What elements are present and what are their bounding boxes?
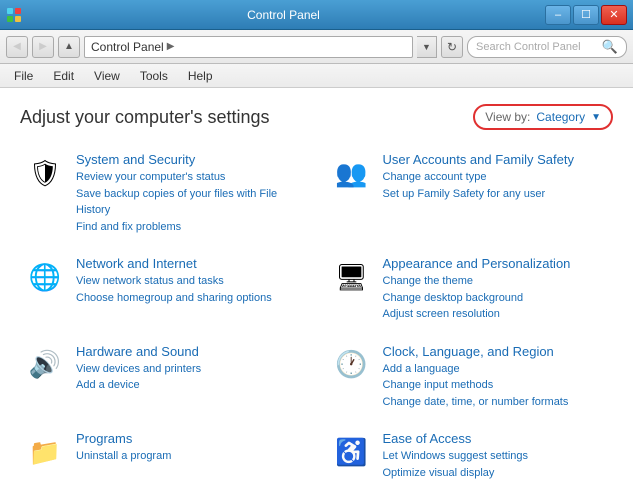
watermark: www.wintips.org	[544, 486, 623, 498]
category-appearance: 🖥 Appearance and Personalization Change th…	[327, 250, 614, 330]
clock-content: Clock, Language, and Region Add a languag…	[383, 344, 610, 411]
hardware-link-1[interactable]: Add a device	[76, 377, 303, 394]
menu-file[interactable]: File	[10, 67, 37, 85]
hardware-content: Hardware and Sound View devices and print…	[76, 344, 303, 394]
menu-help[interactable]: Help	[184, 67, 217, 85]
title-bar-buttons: – ☐ ✕	[545, 5, 627, 25]
programs-link-0[interactable]: Uninstall a program	[76, 448, 303, 465]
title-bar-center: Control Panel	[22, 7, 545, 22]
user-accounts-icon: 👥	[331, 152, 373, 194]
appearance-link-1[interactable]: Change desktop background	[383, 290, 610, 307]
programs-title[interactable]: Programs	[76, 431, 303, 446]
clock-link-1[interactable]: Change input methods	[383, 377, 610, 394]
close-button[interactable]: ✕	[601, 5, 627, 25]
menu-edit[interactable]: Edit	[49, 67, 78, 85]
hardware-icon: 🔊	[24, 344, 66, 386]
category-system: 🛡 System and Security Review your computer…	[20, 146, 307, 242]
category-user-accounts: 👥 User Accounts and Family Safety Change a…	[327, 146, 614, 242]
title-bar-left	[6, 7, 22, 23]
hardware-link-0[interactable]: View devices and printers	[76, 361, 303, 378]
title-bar: Control Panel – ☐ ✕	[0, 0, 633, 30]
appearance-link-0[interactable]: Change the theme	[383, 273, 610, 290]
view-by-value: Category	[536, 110, 585, 124]
ease-title[interactable]: Ease of Access	[383, 431, 610, 446]
search-box[interactable]: Search Control Panel 🔍	[467, 36, 627, 58]
user-accounts-link-0[interactable]: Change account type	[383, 169, 610, 186]
category-network: 🌐 Network and Internet View network status…	[20, 250, 307, 330]
address-path-bar[interactable]: Control Panel ▶	[84, 36, 413, 58]
up-button[interactable]: ▲	[58, 36, 80, 58]
menu-bar: File Edit View Tools Help	[0, 64, 633, 88]
app-icon	[6, 7, 22, 23]
ease-link-0[interactable]: Let Windows suggest settings	[383, 448, 610, 465]
system-content: System and Security Review your computer'…	[76, 152, 303, 235]
address-dropdown[interactable]: ▼	[417, 36, 437, 58]
path-separator: ▶	[167, 41, 175, 52]
path-root: Control Panel	[91, 40, 164, 54]
menu-view[interactable]: View	[90, 67, 124, 85]
user-accounts-link-1[interactable]: Set up Family Safety for any user	[383, 186, 610, 203]
clock-link-0[interactable]: Add a language	[383, 361, 610, 378]
category-ease: ♿ Ease of Access Let Windows suggest setti…	[327, 425, 614, 488]
network-title[interactable]: Network and Internet	[76, 256, 303, 271]
appearance-title[interactable]: Appearance and Personalization	[383, 256, 610, 271]
categories-grid: 🛡 System and Security Review your computer…	[20, 146, 613, 488]
view-by-label: View by:	[485, 110, 530, 124]
system-link-0[interactable]: Review your computer's status	[76, 169, 303, 186]
menu-tools[interactable]: Tools	[136, 67, 172, 85]
ease-content: Ease of Access Let Windows suggest settin…	[383, 431, 610, 481]
network-icon: 🌐	[24, 256, 66, 298]
clock-link-2[interactable]: Change date, time, or number formats	[383, 394, 610, 411]
view-by-arrow: ▼	[591, 112, 601, 123]
address-bar: ◀ ▶ ▲ Control Panel ▶ ▼ ↻ Search Control…	[0, 30, 633, 64]
window-title: Control Panel	[247, 8, 320, 22]
network-link-1[interactable]: Choose homegroup and sharing options	[76, 290, 303, 307]
category-hardware: 🔊 Hardware and Sound View devices and prin…	[20, 338, 307, 418]
appearance-link-2[interactable]: Adjust screen resolution	[383, 306, 610, 323]
forward-button[interactable]: ▶	[32, 36, 54, 58]
appearance-icon: 🖥	[331, 256, 373, 298]
search-icon: 🔍	[602, 39, 618, 55]
refresh-button[interactable]: ↻	[441, 36, 463, 58]
content-area: Adjust your computer's settings View by:…	[0, 88, 633, 504]
system-icon: 🛡	[24, 152, 66, 194]
back-button[interactable]: ◀	[6, 36, 28, 58]
network-content: Network and Internet View network status …	[76, 256, 303, 306]
programs-content: Programs Uninstall a program	[76, 431, 303, 465]
network-link-0[interactable]: View network status and tasks	[76, 273, 303, 290]
minimize-button[interactable]: –	[545, 5, 571, 25]
clock-icon: 🕐	[331, 344, 373, 386]
clock-title[interactable]: Clock, Language, and Region	[383, 344, 610, 359]
system-title[interactable]: System and Security	[76, 152, 303, 167]
category-clock: 🕐 Clock, Language, and Region Add a langua…	[327, 338, 614, 418]
search-placeholder: Search Control Panel	[476, 41, 581, 53]
programs-icon: 📁	[24, 431, 66, 473]
content-header: Adjust your computer's settings View by:…	[20, 104, 613, 130]
system-link-1[interactable]: Save backup copies of your files with Fi…	[76, 186, 303, 219]
system-link-2[interactable]: Find and fix problems	[76, 219, 303, 236]
view-by-selector[interactable]: View by: Category ▼	[473, 104, 613, 130]
user-accounts-content: User Accounts and Family Safety Change ac…	[383, 152, 610, 202]
appearance-content: Appearance and Personalization Change the…	[383, 256, 610, 323]
category-programs: 📁 Programs Uninstall a program	[20, 425, 307, 488]
user-accounts-title[interactable]: User Accounts and Family Safety	[383, 152, 610, 167]
page-heading: Adjust your computer's settings	[20, 107, 270, 128]
hardware-title[interactable]: Hardware and Sound	[76, 344, 303, 359]
ease-link-1[interactable]: Optimize visual display	[383, 465, 610, 482]
ease-icon: ♿	[331, 431, 373, 473]
maximize-button[interactable]: ☐	[573, 5, 599, 25]
